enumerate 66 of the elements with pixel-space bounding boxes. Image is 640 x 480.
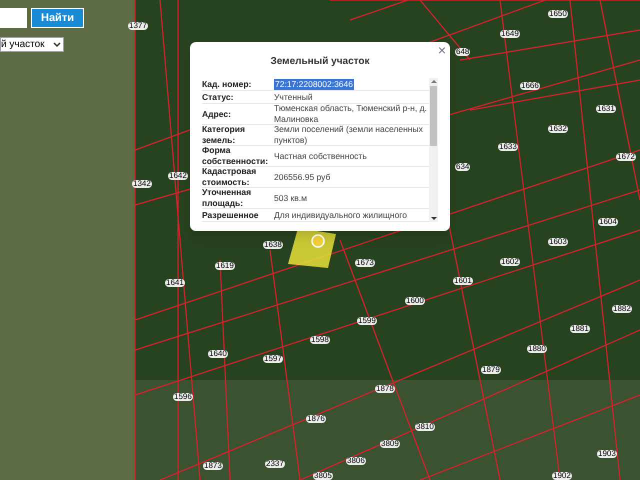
parcel-label: 1649 bbox=[500, 30, 520, 38]
field-label: Уточненная площадь: bbox=[202, 187, 252, 209]
field-value: Для индивидуального жилищного bbox=[274, 210, 407, 220]
close-button[interactable]: × bbox=[438, 43, 446, 57]
parcel-label: 1599 bbox=[357, 317, 377, 325]
parcel-label: 1641 bbox=[165, 279, 185, 287]
parcel-label: 1673 bbox=[355, 259, 375, 267]
parcel-label: 1879 bbox=[481, 366, 501, 374]
parcel-label: 1873 bbox=[203, 462, 223, 470]
map-pin-icon[interactable] bbox=[311, 234, 325, 248]
parcel-label: 1377 bbox=[128, 22, 148, 30]
field-label: Кад. номер: bbox=[202, 78, 252, 90]
field-label: Кадастровая стоимость: bbox=[202, 166, 258, 188]
field-value: Тюменская область, Тюменский р-н, д. Малиновка bbox=[274, 103, 428, 125]
field-value: 72:17:2208002:3646 bbox=[274, 78, 354, 90]
parcel-label: 1902 bbox=[552, 472, 572, 480]
parcel-label: 1881 bbox=[570, 325, 590, 333]
parcel-label: 648 bbox=[455, 48, 470, 56]
parcel-label: 1633 bbox=[498, 143, 518, 151]
parcel-label: 1596 bbox=[173, 393, 193, 401]
parcel-label: 1642 bbox=[168, 172, 188, 180]
parcel-label: 1619 bbox=[215, 262, 235, 270]
field-label: Статус: bbox=[202, 92, 234, 102]
scrollbar[interactable] bbox=[429, 78, 438, 222]
parcel-label: 3806 bbox=[346, 457, 366, 465]
parcel-label: 3805 bbox=[313, 472, 333, 480]
parcel-label: 1601 bbox=[453, 277, 473, 285]
parcel-label: 1603 bbox=[548, 238, 568, 246]
parcel-label: 1600 bbox=[405, 297, 425, 305]
type-select[interactable]: й участок bbox=[0, 37, 64, 52]
scroll-down-icon[interactable] bbox=[430, 214, 436, 222]
parcel-label: 1631 bbox=[596, 105, 616, 113]
parcel-label: 1632 bbox=[548, 125, 568, 133]
parcel-label: 634 bbox=[455, 163, 470, 171]
parcel-label: 1342 bbox=[132, 180, 152, 188]
field-value: 206556.95 руб bbox=[274, 172, 330, 182]
field-value: 503 кв.м bbox=[274, 192, 307, 204]
scroll-up-icon[interactable] bbox=[430, 78, 436, 86]
parcel-label: 1597 bbox=[263, 355, 283, 363]
search-field[interactable] bbox=[0, 8, 27, 28]
parcel-label: 2337 bbox=[265, 460, 285, 468]
parcel-label: 1876 bbox=[306, 415, 326, 423]
parcel-label: 1880 bbox=[527, 345, 547, 353]
field-label: Разрешенное bbox=[202, 210, 260, 220]
parcel-label: 1604 bbox=[598, 218, 618, 226]
parcel-label: 1598 bbox=[310, 336, 330, 344]
parcel-label: 1640 bbox=[208, 350, 228, 358]
field-value: Учтенный bbox=[274, 92, 313, 102]
parcel-label: 1878 bbox=[375, 385, 395, 393]
parcel-label: 1666 bbox=[520, 82, 540, 90]
parcel-label: 3810 bbox=[415, 423, 435, 431]
field-value: Частная собственность bbox=[274, 150, 367, 162]
field-value: Земли поселений (земли населенных пунктов) bbox=[274, 124, 424, 146]
field-label: Категория земель: bbox=[202, 124, 246, 146]
parcel-label: 1903 bbox=[597, 450, 617, 458]
parcel-label: 1650 bbox=[548, 10, 568, 18]
field-label: Форма собственности: bbox=[202, 145, 270, 167]
parcel-label: 3809 bbox=[380, 440, 400, 448]
parcel-label: 1602 bbox=[500, 258, 520, 266]
caret-icon bbox=[53, 42, 61, 48]
field-label: Адрес: bbox=[202, 108, 232, 120]
find-button[interactable]: Найти bbox=[31, 8, 84, 28]
popup-title: Земельный участок bbox=[269, 55, 371, 69]
parcel-label: 1882 bbox=[612, 305, 632, 313]
parcel-label: 1672 bbox=[616, 153, 636, 161]
parcel-label: 1638 bbox=[263, 241, 283, 249]
